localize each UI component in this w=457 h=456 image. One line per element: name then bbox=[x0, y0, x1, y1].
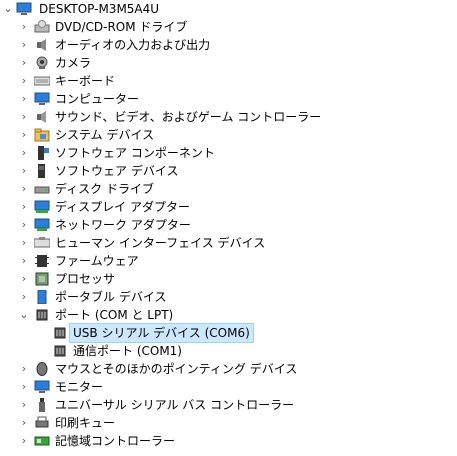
tree-item-label: DVD/CD-ROM ドライブ bbox=[55, 20, 188, 34]
tree-item[interactable]: › コンピューター bbox=[0, 90, 457, 108]
keyboard-icon bbox=[34, 74, 50, 88]
chevron-right-icon[interactable]: › bbox=[18, 180, 30, 198]
tree-item-label: キーボード bbox=[55, 74, 116, 88]
tree-item-label: 印刷キュー bbox=[55, 416, 116, 430]
port-icon bbox=[52, 344, 68, 358]
chevron-right-icon[interactable]: › bbox=[18, 198, 30, 216]
software-device-icon bbox=[34, 164, 50, 178]
tree-item-label: ディスク ドライブ bbox=[55, 182, 154, 196]
chevron-right-icon[interactable]: › bbox=[18, 72, 30, 90]
chevron-right-icon[interactable]: › bbox=[18, 414, 30, 432]
firmware-icon bbox=[34, 254, 50, 268]
chevron-right-icon[interactable]: › bbox=[18, 36, 30, 54]
tree-item-label: ポータブル デバイス bbox=[55, 290, 167, 304]
tree-item[interactable]: › ヒューマン インターフェイス デバイス bbox=[0, 234, 457, 252]
tree-item-label: 記憶域コントローラー bbox=[55, 434, 176, 448]
tree-item[interactable]: › マウスとそのほかのポインティング デバイス bbox=[0, 360, 457, 378]
usb-icon bbox=[34, 398, 50, 412]
tree-child-item[interactable]: USB シリアル デバイス (COM6) bbox=[0, 323, 457, 343]
mouse-icon bbox=[34, 362, 50, 376]
display-adapter-icon bbox=[34, 200, 50, 214]
hid-icon bbox=[34, 236, 50, 250]
sound-icon bbox=[34, 110, 50, 124]
tree-item-label: サウンド、ビデオ、およびゲーム コントローラー bbox=[55, 110, 322, 124]
system-folder-icon bbox=[34, 128, 50, 142]
chevron-right-icon[interactable]: › bbox=[18, 396, 30, 414]
tree-item[interactable]: › ネットワーク アダプター bbox=[0, 216, 457, 234]
chevron-right-icon[interactable]: › bbox=[18, 378, 30, 396]
port-icon bbox=[52, 326, 68, 340]
tree-item[interactable]: › システム デバイス bbox=[0, 126, 457, 144]
processor-icon bbox=[34, 272, 50, 286]
monitor-icon bbox=[34, 380, 50, 394]
tree-item-label: ディスプレイ アダプター bbox=[55, 200, 190, 214]
tree-item[interactable]: › DVD/CD-ROM ドライブ bbox=[0, 18, 457, 36]
tree-item-label: ネットワーク アダプター bbox=[55, 218, 191, 232]
device-tree: ⌄ DESKTOP-M3M5A4U › DVD/CD-ROM ドライブ › オーディオ… bbox=[0, 0, 457, 450]
disk-drive-icon bbox=[34, 182, 50, 196]
tree-item-label: コンピューター bbox=[55, 92, 140, 106]
tree-root-label: DESKTOP-M3M5A4U bbox=[39, 2, 160, 16]
tree-item[interactable]: › ディスク ドライブ bbox=[0, 180, 457, 198]
tree-item-label: ソフトウェア コンポーネント bbox=[55, 146, 215, 160]
tree-item-label: ソフトウェア デバイス bbox=[55, 164, 179, 178]
chevron-right-icon[interactable]: › bbox=[18, 252, 30, 270]
tree-item-label: ポート (COM と LPT) bbox=[55, 308, 174, 322]
storage-controller-icon bbox=[34, 434, 50, 448]
chevron-down-icon[interactable]: ⌄ bbox=[18, 306, 30, 324]
tree-item-label: システム デバイス bbox=[55, 128, 155, 142]
computer-icon bbox=[16, 2, 32, 16]
tree-item[interactable]: › オーディオの入力および出力 bbox=[0, 36, 457, 54]
tree-item-label: モニター bbox=[55, 380, 104, 394]
chevron-right-icon[interactable]: › bbox=[18, 54, 30, 72]
tree-item-label: プロセッサ bbox=[55, 272, 116, 286]
tree-child-item[interactable]: 通信ポート (COM1) bbox=[0, 342, 457, 360]
tree-item-label: 通信ポート (COM1) bbox=[73, 344, 182, 358]
dvd-drive-icon bbox=[34, 20, 50, 34]
chevron-right-icon[interactable]: › bbox=[18, 432, 30, 450]
chevron-right-icon[interactable]: › bbox=[18, 216, 30, 234]
chevron-right-icon[interactable]: › bbox=[18, 108, 30, 126]
tree-item[interactable]: › ポータブル デバイス bbox=[0, 288, 457, 306]
tree-item-label: ファームウェア bbox=[55, 254, 139, 268]
tree-item[interactable]: › ユニバーサル シリアル バス コントローラー bbox=[0, 396, 457, 414]
chevron-down-icon[interactable]: ⌄ bbox=[2, 0, 14, 18]
tree-item-label: オーディオの入力および出力 bbox=[55, 38, 211, 52]
chevron-right-icon[interactable]: › bbox=[18, 162, 30, 180]
tree-item[interactable]: › ディスプレイ アダプター bbox=[0, 198, 457, 216]
tree-item[interactable]: › サウンド、ビデオ、およびゲーム コントローラー bbox=[0, 108, 457, 126]
tree-item-label: カメラ bbox=[55, 56, 92, 70]
chevron-right-icon[interactable]: › bbox=[18, 18, 30, 36]
tree-item[interactable]: › プロセッサ bbox=[0, 270, 457, 288]
tree-item[interactable]: › ファームウェア bbox=[0, 252, 457, 270]
speaker-icon bbox=[34, 38, 50, 52]
tree-item[interactable]: › キーボード bbox=[0, 72, 457, 90]
chevron-right-icon[interactable]: › bbox=[18, 234, 30, 252]
tree-item[interactable]: › ソフトウェア コンポーネント bbox=[0, 144, 457, 162]
tree-item[interactable]: › 印刷キュー bbox=[0, 414, 457, 432]
software-component-icon bbox=[34, 146, 50, 160]
chevron-right-icon[interactable]: › bbox=[18, 144, 30, 162]
tree-item[interactable]: › カメラ bbox=[0, 54, 457, 72]
tree-root[interactable]: ⌄ DESKTOP-M3M5A4U bbox=[0, 0, 457, 18]
chevron-right-icon[interactable]: › bbox=[18, 288, 30, 306]
portable-device-icon bbox=[34, 290, 50, 304]
printer-icon bbox=[34, 416, 50, 430]
chevron-right-icon[interactable]: › bbox=[18, 90, 30, 108]
tree-item-label: ユニバーサル シリアル バス コントローラー bbox=[55, 398, 295, 412]
chevron-right-icon[interactable]: › bbox=[18, 270, 30, 288]
port-icon bbox=[34, 308, 50, 322]
camera-icon bbox=[34, 56, 50, 70]
tree-item-label: ヒューマン インターフェイス デバイス bbox=[55, 236, 266, 250]
tree-item[interactable]: ⌄ ポート (COM と LPT) bbox=[0, 306, 457, 324]
tree-item[interactable]: › 記憶域コントローラー bbox=[0, 432, 457, 450]
chevron-right-icon[interactable]: › bbox=[18, 126, 30, 144]
chevron-right-icon[interactable]: › bbox=[18, 360, 30, 378]
tree-item-label: USB シリアル デバイス (COM6) bbox=[69, 323, 254, 343]
tree-item[interactable]: › モニター bbox=[0, 378, 457, 396]
network-adapter-icon bbox=[34, 218, 50, 232]
tree-item-label: マウスとそのほかのポインティング デバイス bbox=[55, 362, 298, 376]
monitor-icon bbox=[34, 92, 50, 106]
tree-item[interactable]: › ソフトウェア デバイス bbox=[0, 162, 457, 180]
